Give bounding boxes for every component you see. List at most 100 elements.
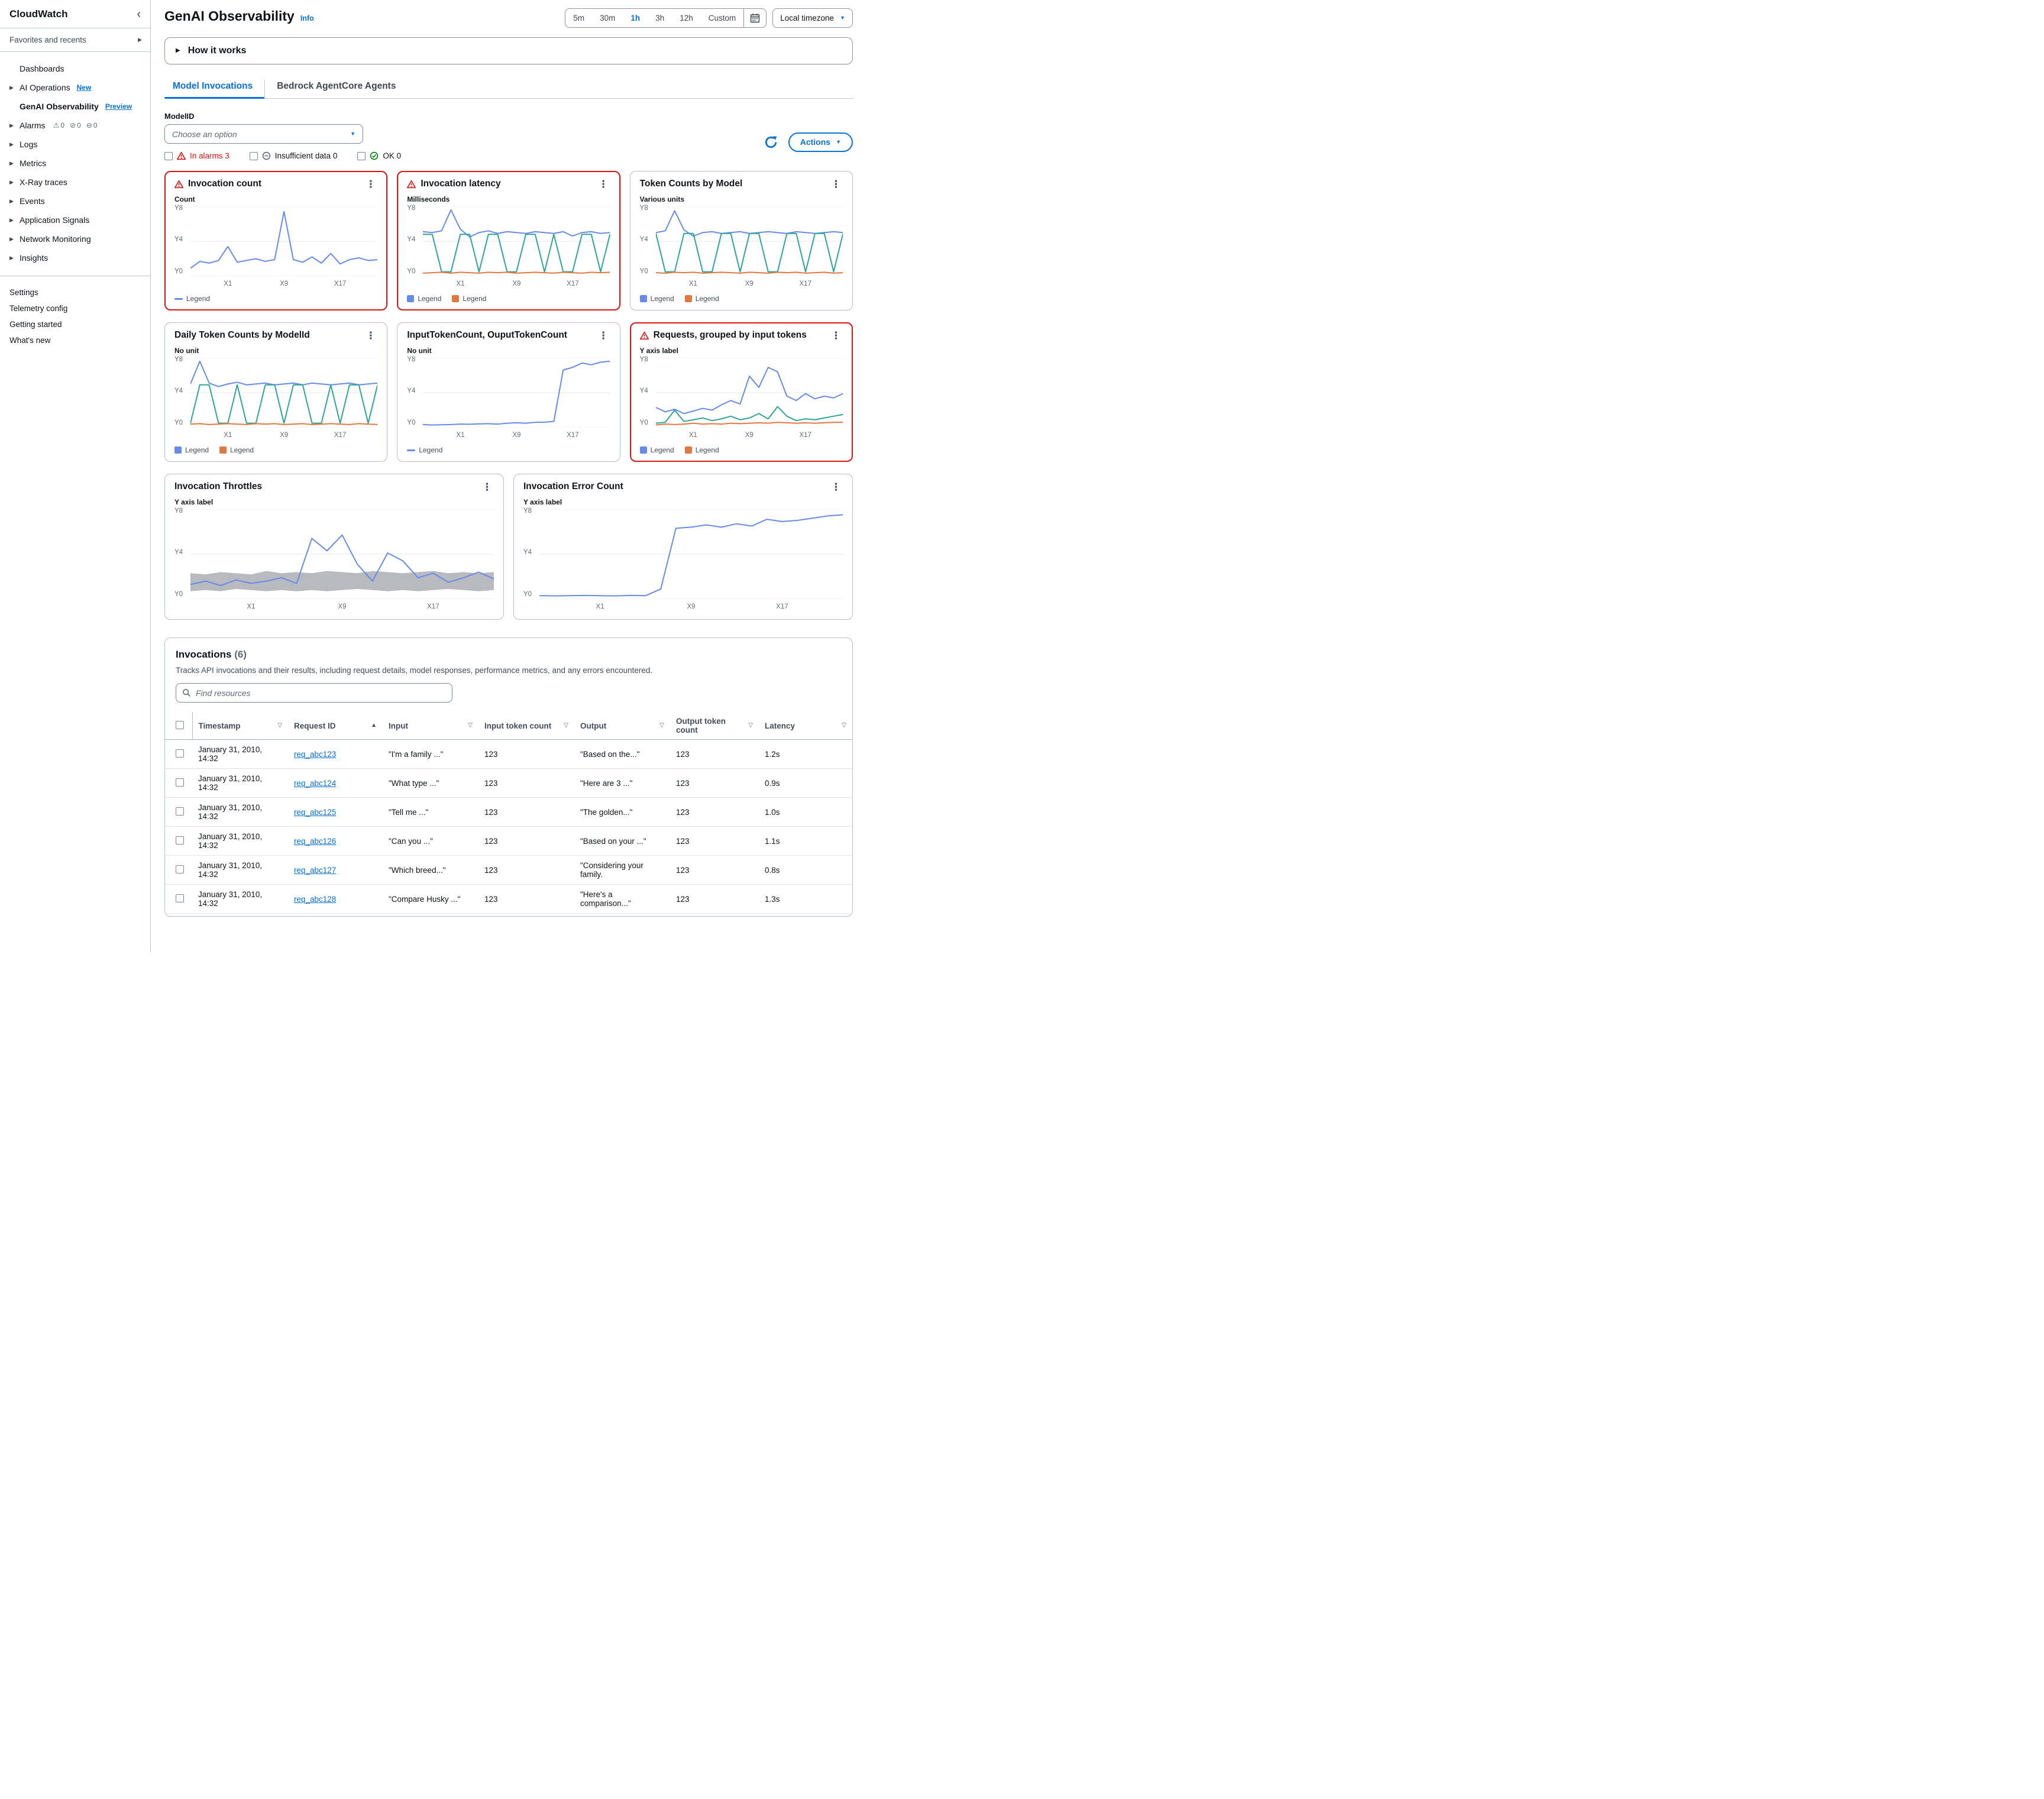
expand-right-icon[interactable]: ▶ [9, 85, 14, 90]
timezone-select[interactable]: Local timezone ▼ [772, 8, 853, 28]
ok-icon [370, 151, 379, 160]
request-id-link[interactable]: req_abc123 [294, 750, 336, 759]
sidebar-item-dashboards[interactable]: Dashboards [0, 59, 150, 78]
sidebar-item-getting-started[interactable]: Getting started [0, 316, 150, 332]
row-checkbox[interactable] [176, 865, 184, 873]
row-checkbox[interactable] [176, 836, 184, 845]
checkbox[interactable] [164, 152, 173, 160]
column-header-request-id[interactable]: Request ID▲ [288, 712, 383, 740]
column-header-output-token-count[interactable]: Output token count▽ [670, 712, 759, 740]
sidebar-item-events[interactable]: ▶Events [0, 192, 150, 211]
select-all-checkbox[interactable] [176, 721, 184, 729]
sidebar-item-settings[interactable]: Settings [0, 284, 150, 300]
expand-right-icon[interactable]: ▶ [9, 180, 14, 185]
kebab-menu-icon[interactable]: ⋮ [829, 331, 843, 341]
row-checkbox[interactable] [176, 807, 184, 816]
kebab-menu-icon[interactable]: ⋮ [480, 482, 494, 492]
column-header-latency[interactable]: Latency▽ [759, 712, 852, 740]
filter-caret-icon[interactable]: ▽ [842, 723, 846, 729]
filter-label: In alarms 3 [190, 151, 229, 160]
filter-caret-icon[interactable]: ▽ [564, 723, 568, 729]
filter-caret-icon[interactable]: ▽ [468, 723, 473, 729]
sidebar-item-badge-new[interactable]: New [77, 83, 92, 92]
column-header-input-token-count[interactable]: Input token count▽ [478, 712, 574, 740]
sidebar-item-label: GenAI Observability [20, 102, 99, 111]
modelid-select[interactable]: Choose an option ▼ [164, 124, 363, 144]
expand-right-icon[interactable]: ▶ [9, 218, 14, 223]
y-tick-label: Y4 [174, 549, 188, 556]
time-range-12h[interactable]: 12h [672, 9, 701, 27]
sidebar-item-x-ray-traces[interactable]: ▶X-Ray traces [0, 173, 150, 192]
y-axis-labels: Y8Y4Y0 [407, 358, 423, 428]
checkbox[interactable] [357, 152, 366, 160]
sidebar-item-telemetry-config[interactable]: Telemetry config [0, 300, 150, 316]
info-link[interactable]: Info [300, 14, 314, 22]
chart-canvas [539, 509, 843, 599]
filter-in-alarms-3[interactable]: In alarms 3 [164, 151, 229, 160]
time-range-custom[interactable]: Custom [701, 9, 744, 27]
search-box[interactable] [176, 683, 452, 703]
chart-card-daily-token-counts-by-modelid: Daily Token Counts by ModelId⋮No unitY8Y… [164, 322, 387, 462]
invocations-count: (6) [234, 649, 247, 660]
column-header-input[interactable]: Input▽ [383, 712, 478, 740]
sidebar-item-badge-preview[interactable]: Preview [105, 102, 132, 111]
calendar-icon-button[interactable] [743, 9, 766, 27]
tab-bedrock-agentcore-agents[interactable]: Bedrock AgentCore Agents [264, 80, 407, 98]
expand-right-icon: ▶ [176, 48, 180, 54]
sidebar-item-application-signals[interactable]: ▶Application Signals [0, 211, 150, 229]
expand-right-icon[interactable]: ▶ [9, 199, 14, 204]
time-range-1h[interactable]: 1h [623, 9, 648, 27]
expand-right-icon[interactable]: ▶ [9, 142, 14, 147]
tab-model-invocations[interactable]: Model Invocations [164, 80, 264, 98]
sidebar-item-what-s-new[interactable]: What's new [0, 332, 150, 348]
alarm-count: 0 [60, 121, 64, 130]
filter-ok-0[interactable]: OK 0 [357, 151, 401, 160]
time-range-3h[interactable]: 3h [648, 9, 672, 27]
sidebar-item-metrics[interactable]: ▶Metrics [0, 154, 150, 173]
kebab-menu-icon[interactable]: ⋮ [597, 331, 610, 341]
cell-timestamp: January 31, 2010, 14:32 [192, 769, 288, 798]
time-range-30m[interactable]: 30m [592, 9, 623, 27]
expand-right-icon[interactable]: ▶ [9, 161, 14, 166]
row-checkbox[interactable] [176, 894, 184, 902]
filter-caret-icon[interactable]: ▽ [748, 723, 753, 729]
sidebar-item-ai-operations[interactable]: ▶AI OperationsNew [0, 78, 150, 97]
kebab-menu-icon[interactable]: ⋮ [597, 179, 610, 189]
filter-caret-icon[interactable]: ▽ [277, 723, 282, 729]
sidebar-item-insights[interactable]: ▶Insights [0, 248, 150, 267]
search-input[interactable] [196, 688, 446, 698]
request-id-link[interactable]: req_abc126 [294, 837, 336, 846]
sidebar-item-genai-observability[interactable]: GenAI Observability Preview [0, 97, 150, 116]
kebab-menu-icon[interactable]: ⋮ [829, 179, 843, 189]
row-checkbox[interactable] [176, 778, 184, 787]
kebab-menu-icon[interactable]: ⋮ [829, 482, 843, 492]
filter-caret-icon[interactable]: ▽ [659, 723, 664, 729]
expand-right-icon[interactable]: ▶ [9, 237, 14, 242]
expand-right-icon[interactable]: ▶ [9, 123, 14, 128]
checkbox[interactable] [250, 152, 258, 160]
filter-insufficient-data-0[interactable]: Insufficient data 0 [250, 151, 338, 160]
tab-label: Bedrock AgentCore Agents [277, 81, 396, 91]
actions-button[interactable]: Actions ▼ [788, 132, 853, 152]
request-id-link[interactable]: req_abc124 [294, 779, 336, 788]
legend-label: Legend [230, 446, 254, 454]
sort-ascending-icon[interactable]: ▲ [371, 723, 377, 729]
kebab-menu-icon[interactable]: ⋮ [364, 331, 377, 341]
kebab-menu-icon[interactable]: ⋮ [364, 179, 377, 189]
sidebar-item-alarms[interactable]: ▶Alarms⚠0⊘0⊖0 [0, 116, 150, 135]
sidebar-item-network-monitoring[interactable]: ▶Network Monitoring [0, 229, 150, 248]
request-id-link[interactable]: req_abc127 [294, 866, 336, 875]
request-id-link[interactable]: req_abc125 [294, 808, 336, 817]
expand-right-icon[interactable]: ▶ [9, 255, 14, 261]
request-id-link[interactable]: req_abc128 [294, 895, 336, 904]
refresh-button[interactable] [764, 135, 778, 149]
row-checkbox[interactable] [176, 749, 184, 758]
column-header-timestamp[interactable]: Timestamp▽ [192, 712, 288, 740]
actions-label: Actions [800, 137, 830, 147]
time-range-5m[interactable]: 5m [565, 9, 592, 27]
how-it-works-expander[interactable]: ▶ How it works [164, 37, 853, 64]
column-header-output[interactable]: Output▽ [574, 712, 670, 740]
sidebar-item-favorites-and-recents[interactable]: Favorites and recents ▶ [0, 28, 150, 52]
sidebar-collapse-icon[interactable]: ‹ [137, 8, 141, 20]
sidebar-item-logs[interactable]: ▶Logs [0, 135, 150, 154]
